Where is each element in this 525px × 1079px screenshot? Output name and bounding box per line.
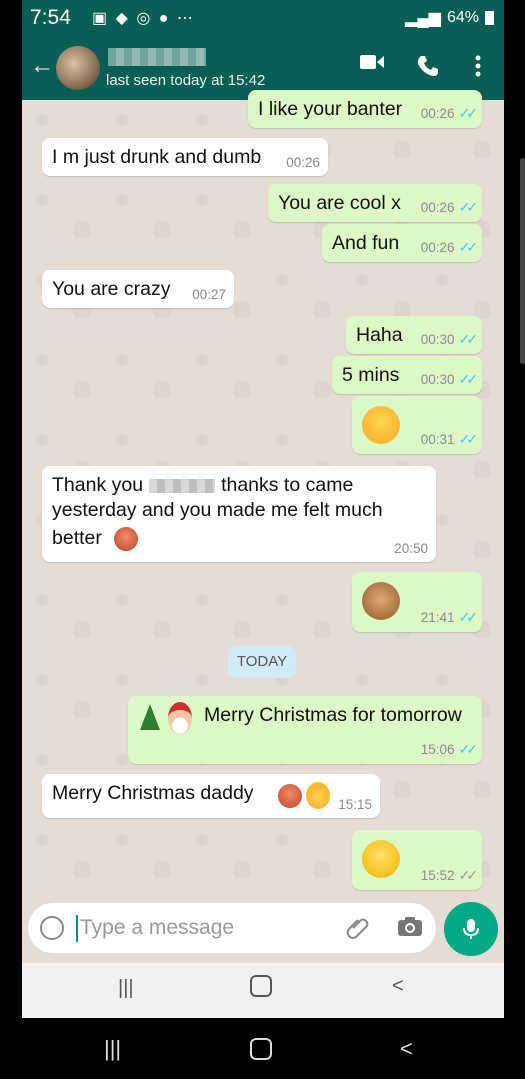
message-incoming[interactable]: You are crazy 00:27 — [42, 270, 234, 308]
video-call-icon[interactable] — [360, 54, 384, 70]
message-time: 00:30 ✓✓ — [420, 331, 479, 347]
battery-icon — [485, 11, 494, 25]
message-incoming[interactable]: Merry Christmas daddy 15:15 — [42, 774, 380, 818]
camera-icon[interactable] — [398, 916, 422, 936]
message-line-3: better — [52, 527, 102, 549]
kissing-heart-emoji-icon — [362, 406, 400, 444]
message-text: I m just drunk and dumb — [52, 146, 262, 168]
octopus-emoji-icon — [114, 527, 138, 551]
message-time: 00:26 — [286, 155, 320, 170]
voice-call-icon[interactable] — [416, 54, 440, 78]
notification-icons: ▣ ◆ ◎ ● ⋯ — [92, 10, 195, 27]
read-ticks-icon: ✓✓ — [458, 239, 479, 255]
winking-face-emoji-icon — [362, 840, 400, 878]
octopus-emoji-icon — [278, 784, 302, 808]
app-nav-bar: ||| < — [22, 963, 504, 1018]
read-ticks-icon: ✓✓ — [458, 105, 479, 121]
message-outgoing[interactable]: I like your banter 00:26 ✓✓ — [248, 90, 482, 128]
message-line-2: yesterday and you made me felt much — [52, 499, 383, 521]
message-time: 00:31 ✓✓ — [420, 431, 479, 447]
delivered-ticks-icon: ✓✓ — [458, 867, 479, 883]
message-outgoing-emoji[interactable]: 00:31 ✓✓ — [352, 396, 482, 454]
back-nav-icon[interactable]: < — [400, 1036, 413, 1062]
phone-frame: 7:54 ▣ ◆ ◎ ● ⋯ ▂▄▆ 64% ← last seen today… — [0, 0, 525, 1079]
mic-icon — [463, 919, 479, 939]
read-ticks-icon: ✓✓ — [458, 609, 479, 625]
home-icon[interactable] — [250, 975, 272, 997]
message-text: You are cool x — [278, 192, 401, 214]
message-text: Haha — [356, 324, 403, 346]
message-text: I like your banter — [258, 98, 403, 120]
message-text: 5 mins — [342, 364, 400, 386]
whatsapp-screen: 7:54 ▣ ◆ ◎ ● ⋯ ▂▄▆ 64% ← last seen today… — [22, 0, 504, 1018]
message-time: 00:30 ✓✓ — [420, 371, 479, 387]
status-right: ▂▄▆ 64% — [405, 8, 494, 28]
status-bar: 7:54 ▣ ◆ ◎ ● ⋯ ▂▄▆ 64% — [22, 0, 504, 36]
message-incoming[interactable]: Thank you thanks to came yesterday and yo… — [42, 466, 436, 562]
status-time: 7:54 — [30, 6, 71, 29]
message-time: 00:26 ✓✓ — [420, 105, 479, 121]
text-cursor — [76, 915, 78, 942]
message-input[interactable]: Type a message — [80, 916, 234, 940]
scroll-indicator — [520, 158, 525, 364]
christmas-tree-emoji-icon — [140, 704, 160, 730]
message-input-box[interactable]: Type a message — [28, 903, 436, 953]
read-ticks-icon: ✓✓ — [458, 331, 479, 347]
back-nav-icon[interactable]: < — [392, 975, 404, 998]
home-icon[interactable] — [250, 1038, 272, 1060]
read-ticks-icon: ✓✓ — [458, 741, 479, 757]
angel-emoji-icon — [306, 782, 330, 809]
more-options-icon[interactable] — [474, 54, 482, 78]
emoji-picker-icon[interactable] — [40, 916, 64, 940]
message-time: 20:50 — [394, 541, 428, 556]
recent-apps-icon[interactable]: ||| — [118, 977, 134, 1000]
recent-apps-icon[interactable]: ||| — [104, 1036, 121, 1062]
message-outgoing[interactable]: You are cool x 00:26 ✓✓ — [268, 184, 482, 222]
message-time: 15:52 ✓✓ — [420, 867, 479, 883]
read-ticks-icon: ✓✓ — [458, 371, 479, 387]
message-text: You are crazy — [52, 278, 171, 300]
redacted-name — [149, 478, 216, 493]
back-arrow-icon[interactable]: ← — [30, 52, 54, 80]
see-no-evil-monkey-emoji-icon — [362, 582, 400, 620]
input-bar: Type a message — [22, 895, 504, 963]
message-outgoing[interactable]: And fun 00:26 ✓✓ — [322, 224, 482, 262]
message-time: 00:26 ✓✓ — [420, 239, 479, 255]
message-outgoing[interactable]: 5 mins 00:30 ✓✓ — [332, 356, 482, 394]
message-outgoing-emoji[interactable]: 15:52 ✓✓ — [352, 830, 482, 890]
attach-icon[interactable] — [346, 915, 370, 939]
message-outgoing[interactable]: Haha 00:30 ✓✓ — [346, 316, 482, 354]
message-line-1: Thank you thanks to came — [52, 474, 354, 496]
read-ticks-icon: ✓✓ — [458, 431, 479, 447]
message-text: And fun — [332, 232, 400, 254]
message-time: 21:41 ✓✓ — [420, 609, 479, 625]
message-outgoing-emoji[interactable]: 21:41 ✓✓ — [352, 572, 482, 632]
message-text: Merry Christmas for tomorrow — [204, 704, 462, 726]
battery-percent: 64% — [446, 9, 479, 26]
message-time: 15:15 — [338, 797, 372, 812]
message-list[interactable]: I like your banter 00:26 ✓✓ I m just drun… — [22, 90, 504, 895]
date-divider: TODAY — [228, 646, 296, 678]
contact-avatar[interactable] — [56, 46, 100, 90]
santa-emoji-icon — [168, 702, 192, 734]
read-ticks-icon: ✓✓ — [458, 199, 479, 215]
message-incoming[interactable]: I m just drunk and dumb 00:26 — [42, 138, 328, 176]
system-nav-bar: ||| < — [0, 1018, 525, 1079]
signal-icon: ▂▄▆ — [405, 10, 441, 27]
message-text: Merry Christmas daddy — [52, 782, 254, 804]
last-seen-status: last seen today at 15:42 — [106, 72, 266, 89]
mic-button[interactable] — [444, 902, 498, 956]
message-time: 00:26 ✓✓ — [420, 199, 479, 215]
message-time: 00:27 — [192, 287, 226, 302]
message-time: 15:06 ✓✓ — [420, 741, 479, 757]
contact-name-blurred[interactable] — [108, 48, 206, 66]
message-outgoing[interactable]: Merry Christmas for tomorrow 15:06 ✓✓ — [128, 696, 482, 764]
